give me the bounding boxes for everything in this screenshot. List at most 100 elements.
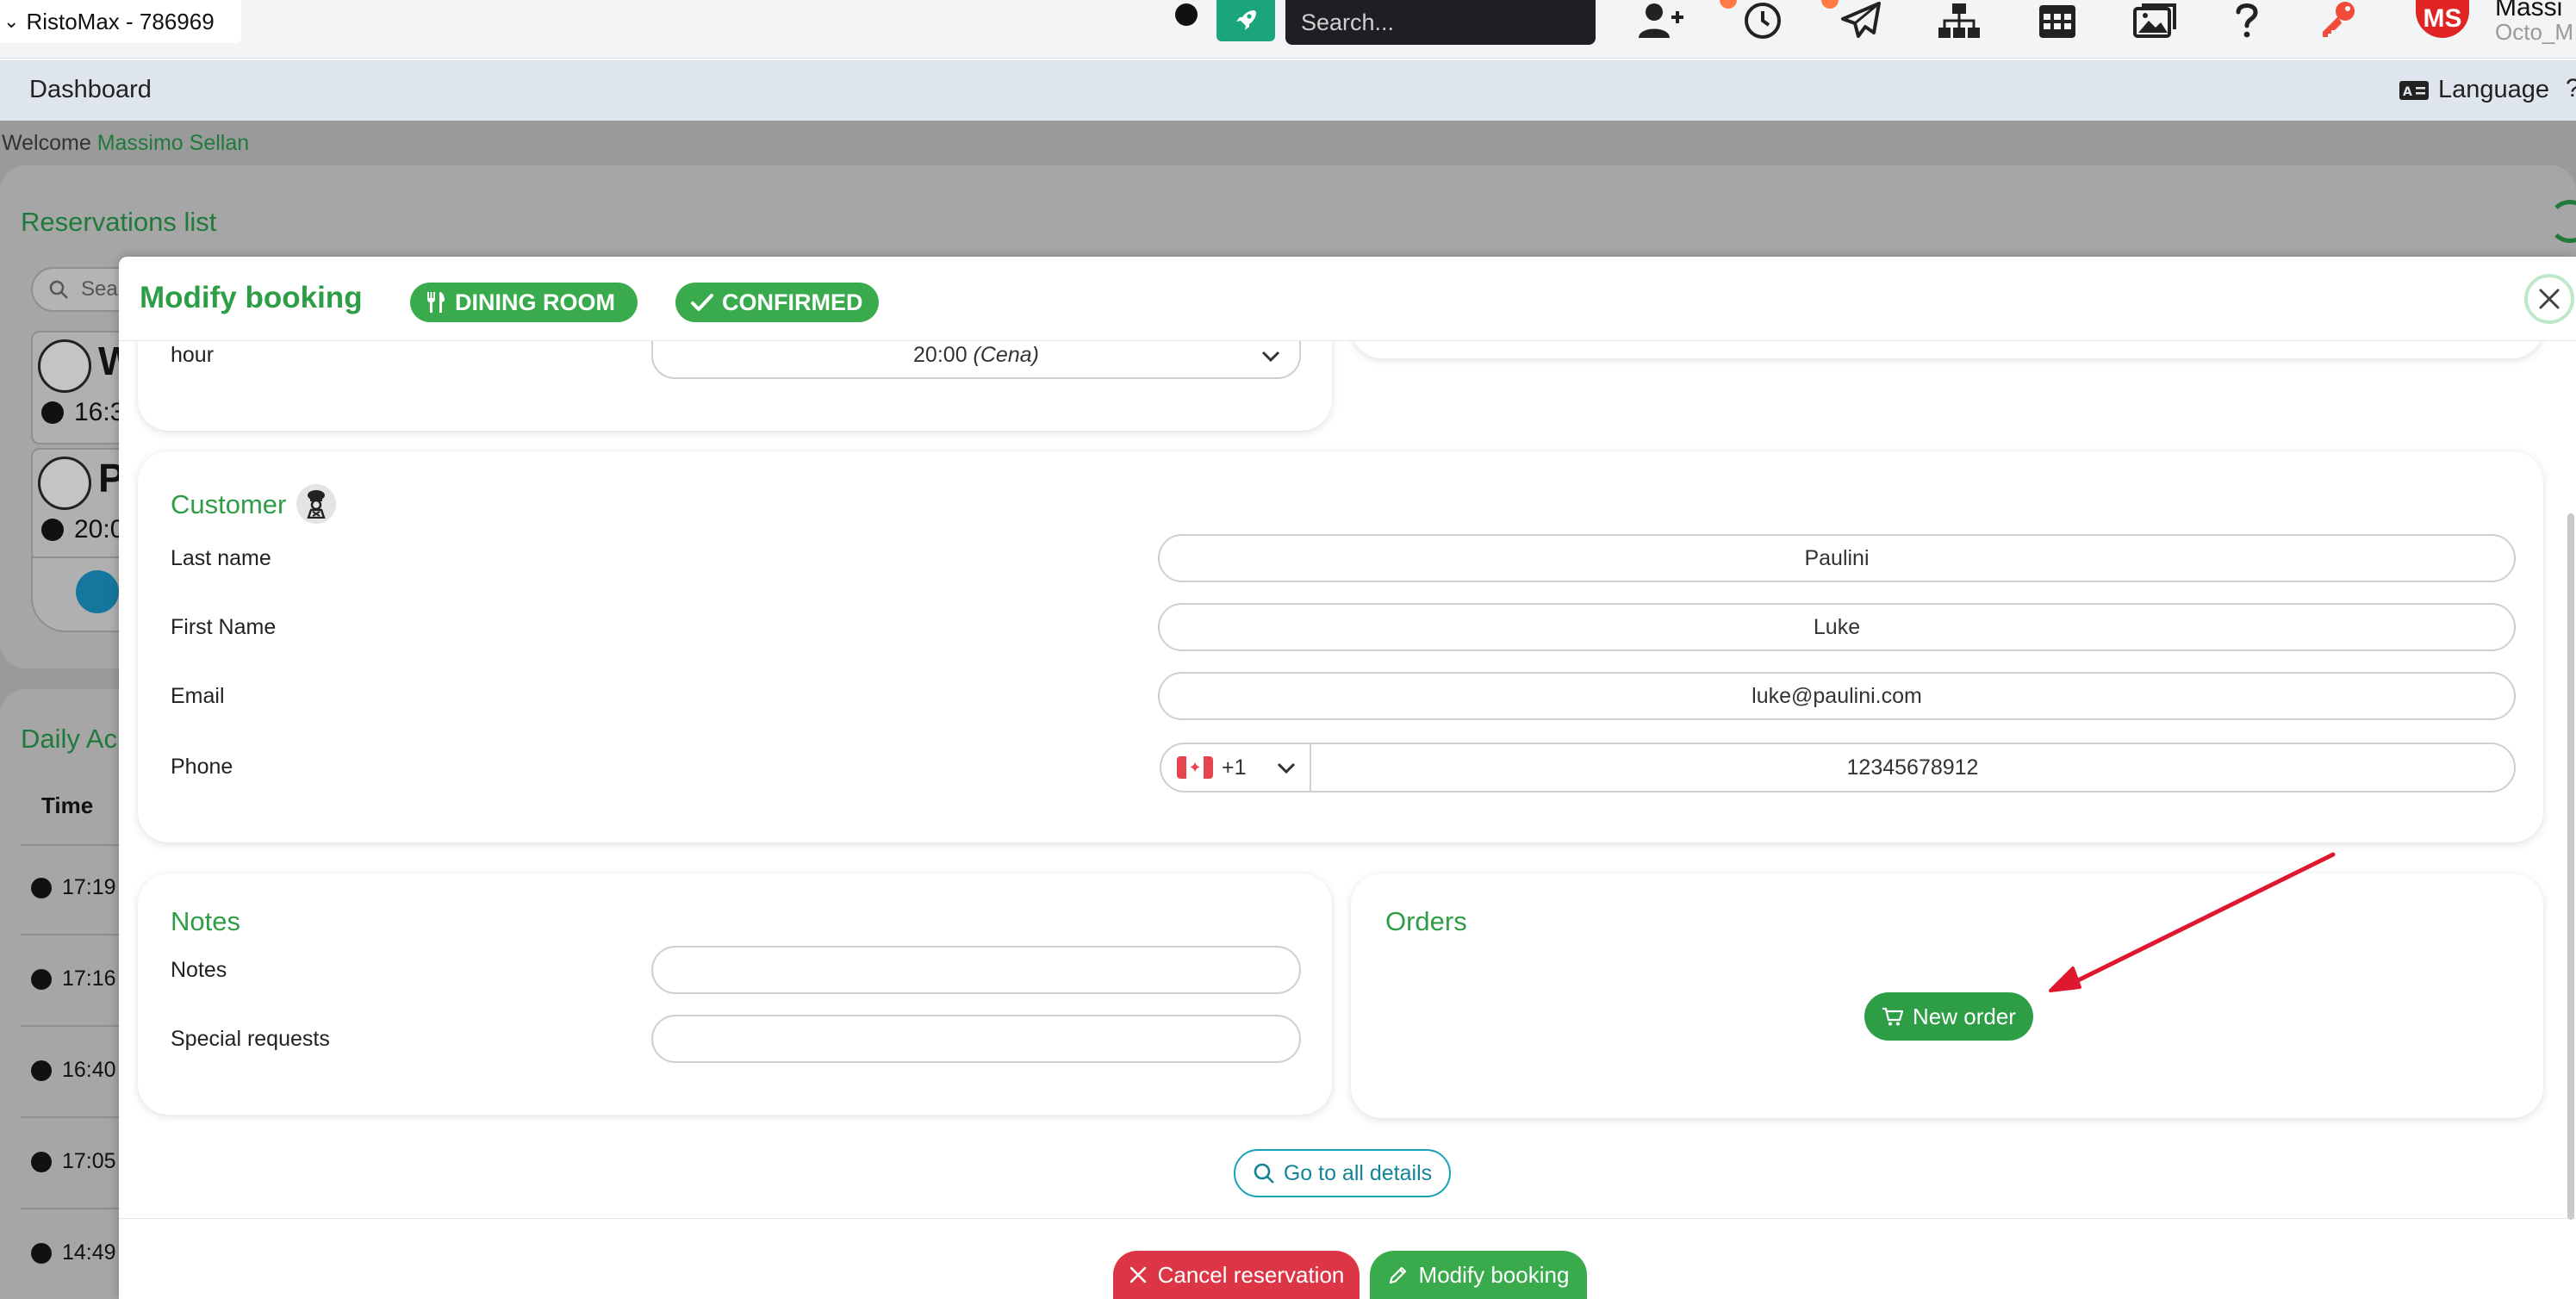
paper-plane-icon (1841, 2, 1881, 38)
table-row: 17:05 (31, 1149, 116, 1174)
reservation-time: 20:0 (41, 515, 124, 544)
clock-icon (1745, 3, 1781, 39)
calendar-grid-icon (2039, 5, 2075, 38)
hour-label: hour (171, 343, 215, 367)
gallery-button[interactable] (2130, 0, 2181, 41)
go-to-details-label: Go to all details (1283, 1160, 1433, 1185)
question-mark-icon (2236, 3, 2258, 38)
global-search (1285, 0, 1606, 45)
pie-chart-icon[interactable] (76, 570, 119, 613)
phone-label: Phone (171, 755, 233, 779)
rocket-button[interactable] (1216, 0, 1275, 41)
images-icon (2133, 3, 2176, 38)
special-requests-field[interactable] (651, 1015, 1301, 1063)
modal-title: Modify booking (140, 281, 363, 314)
rocket-icon (1236, 10, 1256, 30)
last-name-field[interactable] (1158, 534, 2516, 582)
phone-number-input[interactable] (1311, 744, 2514, 791)
canada-flag-icon: ✦ (1177, 756, 1213, 779)
record-dot-icon[interactable] (1175, 3, 1198, 26)
hour-value-note: (Cena) (973, 342, 1039, 367)
calendar-button[interactable] (2032, 0, 2083, 41)
row-time: 17:05 (62, 1149, 116, 1173)
close-icon (2539, 289, 2560, 309)
modal-scrollbar[interactable] (2567, 513, 2574, 1220)
language-selector[interactable]: A Language (2399, 76, 2549, 104)
add-user-icon (1639, 3, 1683, 38)
key-icon (2323, 2, 2355, 37)
country-code-select[interactable]: ✦ +1 (1161, 744, 1311, 791)
modify-booking-button[interactable]: Modify booking (1370, 1251, 1587, 1299)
notes-field[interactable] (651, 946, 1301, 994)
close-button[interactable] (2524, 274, 2574, 324)
chevron-down-icon (1277, 762, 1296, 774)
table-row: 14:49 (31, 1240, 116, 1265)
history-button[interactable] (1737, 0, 1789, 41)
table-row: 16:40 (31, 1058, 116, 1083)
welcome-text: Welcome Massimo Sellan (2, 131, 249, 156)
cancel-reservation-label: Cancel reservation (1157, 1261, 1345, 1288)
key-button[interactable] (2312, 0, 2364, 41)
chevron-down-icon: ⌄ (3, 10, 20, 32)
restaurant-selector-label: RistoMax - 786969 (26, 8, 215, 34)
welcome-user: Massimo Sellan (96, 131, 250, 155)
sitemap-icon (1938, 3, 1980, 38)
chevron-down-icon (1261, 351, 1280, 363)
clock-icon (31, 877, 52, 898)
nav-dashboard[interactable]: Dashboard (29, 76, 152, 104)
reservations-title: Reservations list (21, 207, 217, 237)
daily-activity-title: Daily Ac (21, 724, 117, 754)
new-order-label: New order (1913, 1003, 2016, 1029)
first-name-field[interactable] (1158, 603, 2516, 651)
customer-type-icon[interactable] (296, 484, 336, 524)
avatar[interactable]: MS (2416, 0, 2469, 38)
search-icon (49, 280, 68, 299)
clock-icon (31, 1242, 52, 1264)
welcome-prefix: Welcome (2, 131, 91, 155)
row-time: 16:40 (62, 1058, 116, 1082)
row-time: 17:19 (62, 875, 116, 899)
global-search-input[interactable] (1301, 9, 1606, 36)
clock-icon (41, 519, 64, 541)
notification-badge (1720, 0, 1737, 9)
country-code-value: +1 (1222, 755, 1247, 780)
language-icon: A (2399, 80, 2429, 100)
restaurant-selector[interactable]: ⌄ RistoMax - 786969 (0, 0, 241, 43)
confirmed-badge: CONFIRMED (675, 283, 879, 322)
send-button[interactable] (1835, 0, 1887, 41)
add-user-button[interactable] (1635, 0, 1687, 41)
check-icon (691, 294, 713, 311)
notes-label: Notes (171, 958, 227, 982)
notes-section (138, 873, 1332, 1115)
clock-icon (31, 1151, 52, 1172)
go-to-details-button[interactable]: Go to all details (1234, 1149, 1451, 1197)
reservations-search-placeholder: Sea (81, 277, 118, 301)
cancel-reservation-button[interactable]: Cancel reservation (1113, 1251, 1360, 1299)
email-label: Email (171, 684, 225, 708)
top-bar: ⌄ RistoMax - 786969 Search... MS Massi O… (0, 0, 2576, 59)
structure-button[interactable] (1933, 0, 1985, 41)
nav-help[interactable]: ? (2566, 74, 2576, 103)
time-column-header: Time (41, 792, 94, 818)
clock-icon (31, 968, 52, 990)
dining-room-badge: DINING ROOM (410, 283, 638, 322)
email-field[interactable] (1158, 672, 2516, 720)
help-button[interactable] (2221, 0, 2273, 41)
reservation-time-value: 16:3 (74, 398, 125, 426)
clock-icon (31, 1060, 52, 1081)
notes-title: Notes (171, 906, 240, 936)
language-label: Language (2438, 76, 2550, 103)
secondary-nav: Dashboard A Language ? (0, 60, 2576, 121)
row-time: 17:16 (62, 966, 116, 991)
last-name-label: Last name (171, 546, 271, 570)
pencil-icon (1389, 1266, 1406, 1284)
special-requests-label: Special requests (171, 1027, 330, 1051)
first-name-label: First Name (171, 615, 277, 639)
cart-icon (1882, 1007, 1904, 1026)
search-icon (1254, 1163, 1274, 1184)
new-order-button[interactable]: New order (1864, 992, 2033, 1041)
user-subtitle: Octo_M (2495, 19, 2574, 45)
hour-value: 20:00 (913, 342, 968, 367)
modify-booking-label: Modify booking (1418, 1261, 1570, 1288)
svg-text:A: A (2403, 85, 2412, 99)
